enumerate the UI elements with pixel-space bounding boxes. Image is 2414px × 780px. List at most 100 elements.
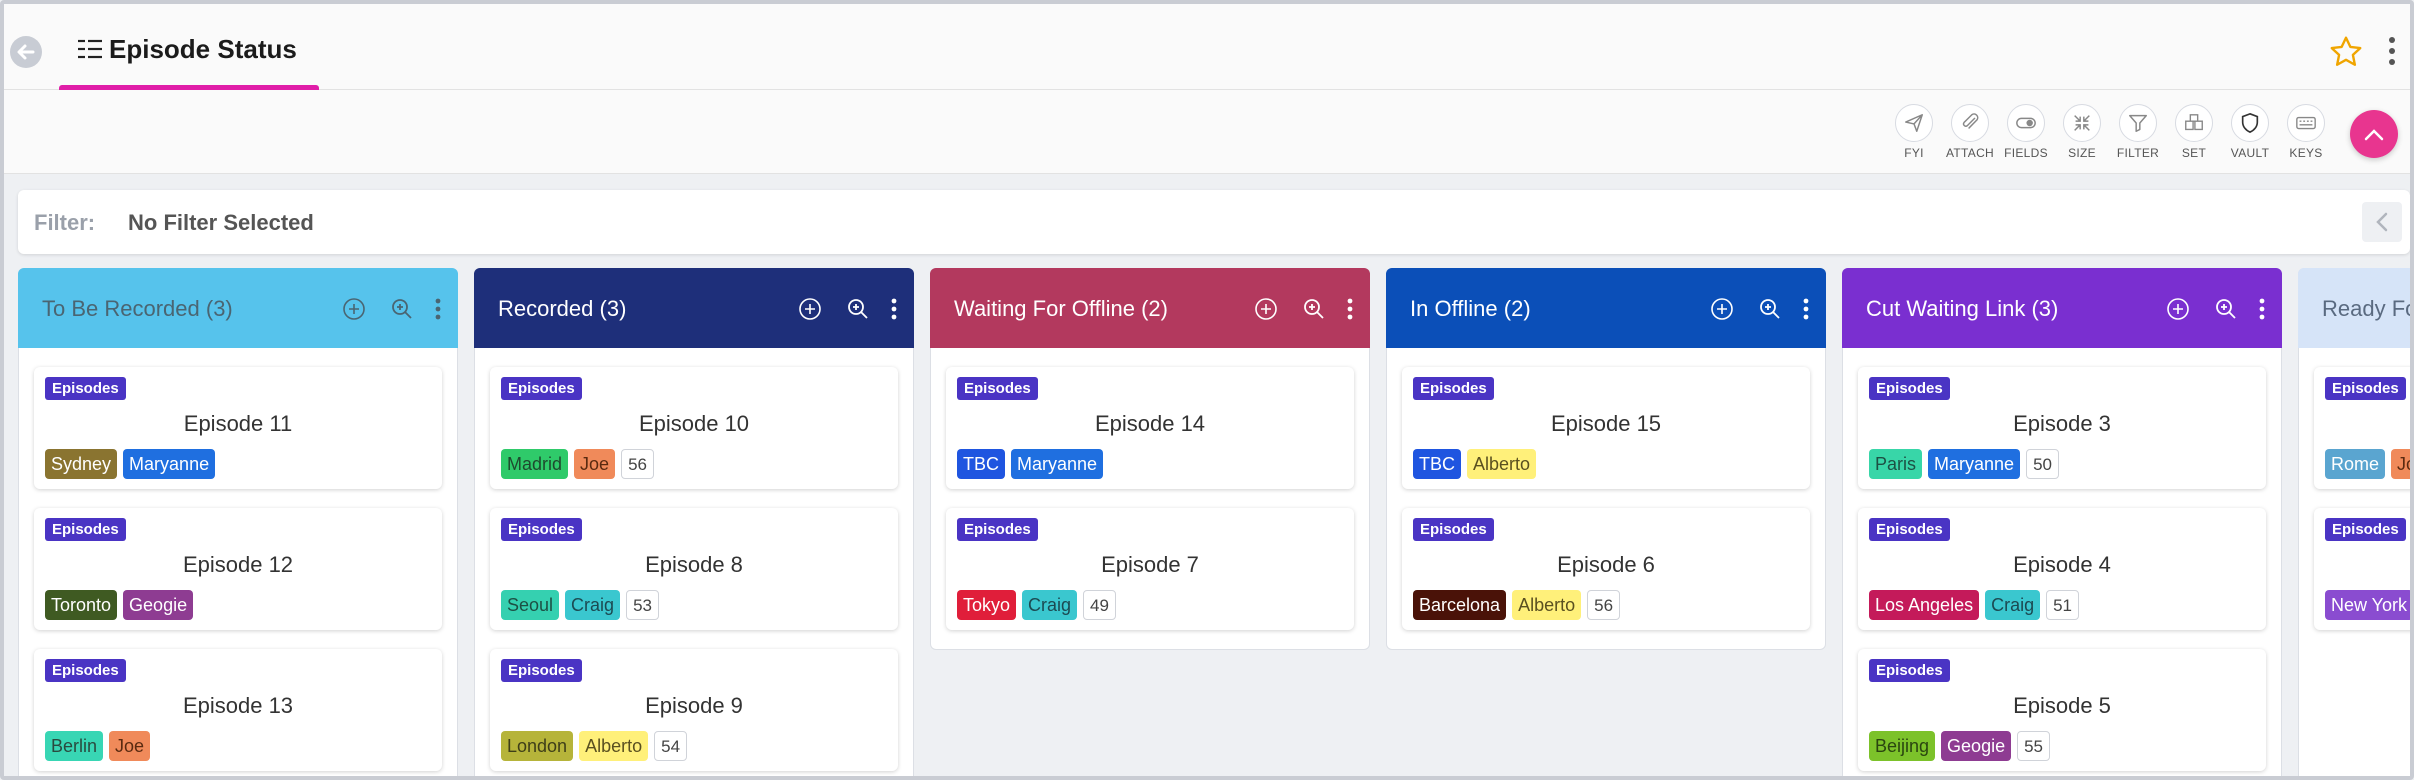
score-badge: 50 bbox=[2026, 449, 2059, 479]
tag-chip: Beijing bbox=[1869, 731, 1936, 761]
card-tags: Toronto Geogie bbox=[45, 590, 194, 620]
tag-chip: Craig bbox=[1022, 590, 1078, 620]
card-tags: TBC Maryanne bbox=[957, 449, 1104, 479]
episode-title: Episode 3 bbox=[2013, 411, 2111, 436]
episode-card[interactable]: Episodes Episode 12 Toronto Geogie bbox=[34, 508, 442, 630]
episode-title: Episode 13 bbox=[182, 693, 294, 718]
tool-fyi[interactable]: FYI bbox=[1886, 104, 1942, 160]
column-title: To Be Recorded (3) bbox=[42, 296, 233, 321]
column-more-icon[interactable] bbox=[2250, 294, 2274, 324]
score-badge: 53 bbox=[626, 590, 659, 620]
board-column: Waiting For Offline (2) Episodes Episode 1… bbox=[930, 268, 1370, 650]
tool-label: ATTACH bbox=[1945, 146, 1995, 160]
tag-chip: Los Angeles bbox=[1869, 590, 1980, 620]
zoom-in-icon[interactable] bbox=[1746, 294, 1794, 324]
tag-chip: New York bbox=[2325, 590, 2410, 620]
tag-chip: Toronto bbox=[45, 590, 118, 620]
add-card-icon[interactable] bbox=[330, 294, 378, 324]
column-title: Ready Fo bbox=[2322, 296, 2414, 321]
zoom-in-icon[interactable] bbox=[834, 294, 882, 324]
record-type-badge: Episodes bbox=[1413, 377, 1494, 400]
episode-card[interactable]: Episodes Episode 5 Beijing Geogie 55 bbox=[1858, 649, 2266, 771]
tool-attach[interactable]: ATTACH bbox=[1942, 104, 1998, 160]
score-badge: 51 bbox=[2046, 590, 2080, 620]
filter-collapse-button[interactable] bbox=[2362, 202, 2402, 242]
episode-card[interactable]: Episodes Episode 13 Berlin Joe bbox=[34, 649, 442, 771]
record-type-badge: Episodes bbox=[45, 518, 126, 541]
tag-chip: Craig bbox=[565, 590, 621, 620]
zoom-in-icon[interactable] bbox=[378, 294, 426, 324]
tag-chip: Maryanne bbox=[1011, 449, 1104, 479]
episode-card[interactable]: Episodes RomeJo bbox=[2314, 367, 2410, 489]
zoom-in-icon[interactable] bbox=[2202, 294, 2250, 324]
tool-label: FYI bbox=[1904, 146, 1924, 160]
add-card-icon[interactable] bbox=[1698, 294, 1746, 324]
back-button[interactable] bbox=[10, 36, 42, 68]
tool-fields[interactable]: FIELDS bbox=[1998, 104, 2054, 160]
card-tags: Paris Maryanne 50 bbox=[1869, 449, 2059, 479]
column-more-icon[interactable] bbox=[1338, 294, 1362, 324]
record-type-badge: Episodes bbox=[501, 659, 582, 682]
collapse-toolbar-button[interactable] bbox=[2350, 110, 2398, 158]
favorite-star-icon[interactable] bbox=[2328, 34, 2364, 75]
episode-card[interactable]: Episodes Episode 6 Barcelona Alberto 56 bbox=[1402, 508, 1810, 630]
tag-chip: Geogie bbox=[123, 590, 194, 620]
send-icon bbox=[1895, 104, 1933, 142]
zoom-in-icon[interactable] bbox=[1290, 294, 1338, 324]
column-header: To Be Recorded (3) bbox=[18, 268, 458, 348]
tool-label: KEYS bbox=[2289, 146, 2323, 160]
tool-set[interactable]: SET bbox=[2166, 104, 2222, 160]
tool-keys[interactable]: KEYS bbox=[2278, 104, 2334, 160]
add-card-icon[interactable] bbox=[1242, 294, 1290, 324]
card-tags: Los Angeles Craig 51 bbox=[1869, 590, 2080, 620]
toolbar: FYI ATTACH FIELDS SIZE FILTER SET VAULT KEYS bbox=[4, 90, 2410, 174]
episode-title: Episode 12 bbox=[182, 552, 294, 577]
episode-card[interactable]: Episodes Episode 3 Paris Maryanne 50 bbox=[1858, 367, 2266, 489]
toggle-icon bbox=[2007, 104, 2045, 142]
column-more-icon[interactable] bbox=[1794, 294, 1818, 324]
more-options-icon[interactable] bbox=[2388, 36, 2396, 71]
tag-chip: Tokyo bbox=[957, 590, 1017, 620]
episode-title: Episode 9 bbox=[645, 693, 743, 718]
episode-card[interactable]: Episodes Episode 15 TBC Alberto bbox=[1402, 367, 1810, 489]
record-type-badge: Episodes bbox=[2325, 377, 2406, 400]
board-column: Cut Waiting Link (3) Episodes Episode 3 Par… bbox=[1842, 268, 2282, 776]
tool-vault[interactable]: VAULT bbox=[2222, 104, 2278, 160]
tag-chip: Joe bbox=[109, 731, 151, 761]
tag-chip: Joe bbox=[574, 449, 616, 479]
page-title: Episode Status bbox=[109, 34, 297, 64]
episode-card[interactable]: Episodes Episode 8 Seoul Craig 53 bbox=[490, 508, 898, 630]
tag-chip: Madrid bbox=[501, 449, 569, 479]
add-card-icon[interactable] bbox=[786, 294, 834, 324]
episode-card[interactable]: Episodes Episode 7 Tokyo Craig 49 bbox=[946, 508, 1354, 630]
tag-chip: Paris bbox=[1869, 449, 1923, 479]
column-more-icon[interactable] bbox=[426, 294, 450, 324]
filter-value[interactable]: No Filter Selected bbox=[128, 210, 314, 236]
episode-card[interactable]: Episodes Episode 9 London Alberto 54 bbox=[490, 649, 898, 771]
column-title: Cut Waiting Link (3) bbox=[1866, 296, 2059, 321]
episode-title: Episode 15 bbox=[1550, 411, 1662, 436]
episode-card[interactable]: Episodes Episode 14 TBC Maryanne bbox=[946, 367, 1354, 489]
board-column: Recorded (3) Episodes Episode 10 Madrid Joe 5… bbox=[474, 268, 914, 776]
card-tags: Berlin Joe bbox=[45, 731, 151, 761]
tool-filter[interactable]: FILTER bbox=[2110, 104, 2166, 160]
tab-episode-status[interactable]: Episode Status bbox=[59, 4, 319, 90]
tool-size[interactable]: SIZE bbox=[2054, 104, 2110, 160]
episode-title: Episode 8 bbox=[645, 552, 743, 577]
card-tags: TBC Alberto bbox=[1413, 449, 1537, 479]
episode-card[interactable]: Episodes Episode 10 Madrid Joe 56 bbox=[490, 367, 898, 489]
card-tags: London Alberto 54 bbox=[501, 731, 688, 761]
episode-card[interactable]: Episodes New York bbox=[2314, 508, 2410, 630]
episode-card[interactable]: Episodes Episode 11 Sydney Maryanne bbox=[34, 367, 442, 489]
card-tags: Beijing Geogie 55 bbox=[1869, 731, 2051, 761]
filter-label: Filter: bbox=[34, 210, 96, 235]
shield-icon bbox=[2231, 104, 2269, 142]
episode-card[interactable]: Episodes Episode 4 Los Angeles Craig 51 bbox=[1858, 508, 2266, 630]
record-type-badge: Episodes bbox=[2325, 518, 2406, 541]
add-card-icon[interactable] bbox=[2154, 294, 2202, 324]
column-more-icon[interactable] bbox=[882, 294, 906, 324]
tag-chip: Alberto bbox=[579, 731, 649, 761]
compress-icon bbox=[2063, 104, 2101, 142]
card-tags: RomeJo bbox=[2325, 449, 2410, 479]
tag-chip: Berlin bbox=[45, 731, 104, 761]
